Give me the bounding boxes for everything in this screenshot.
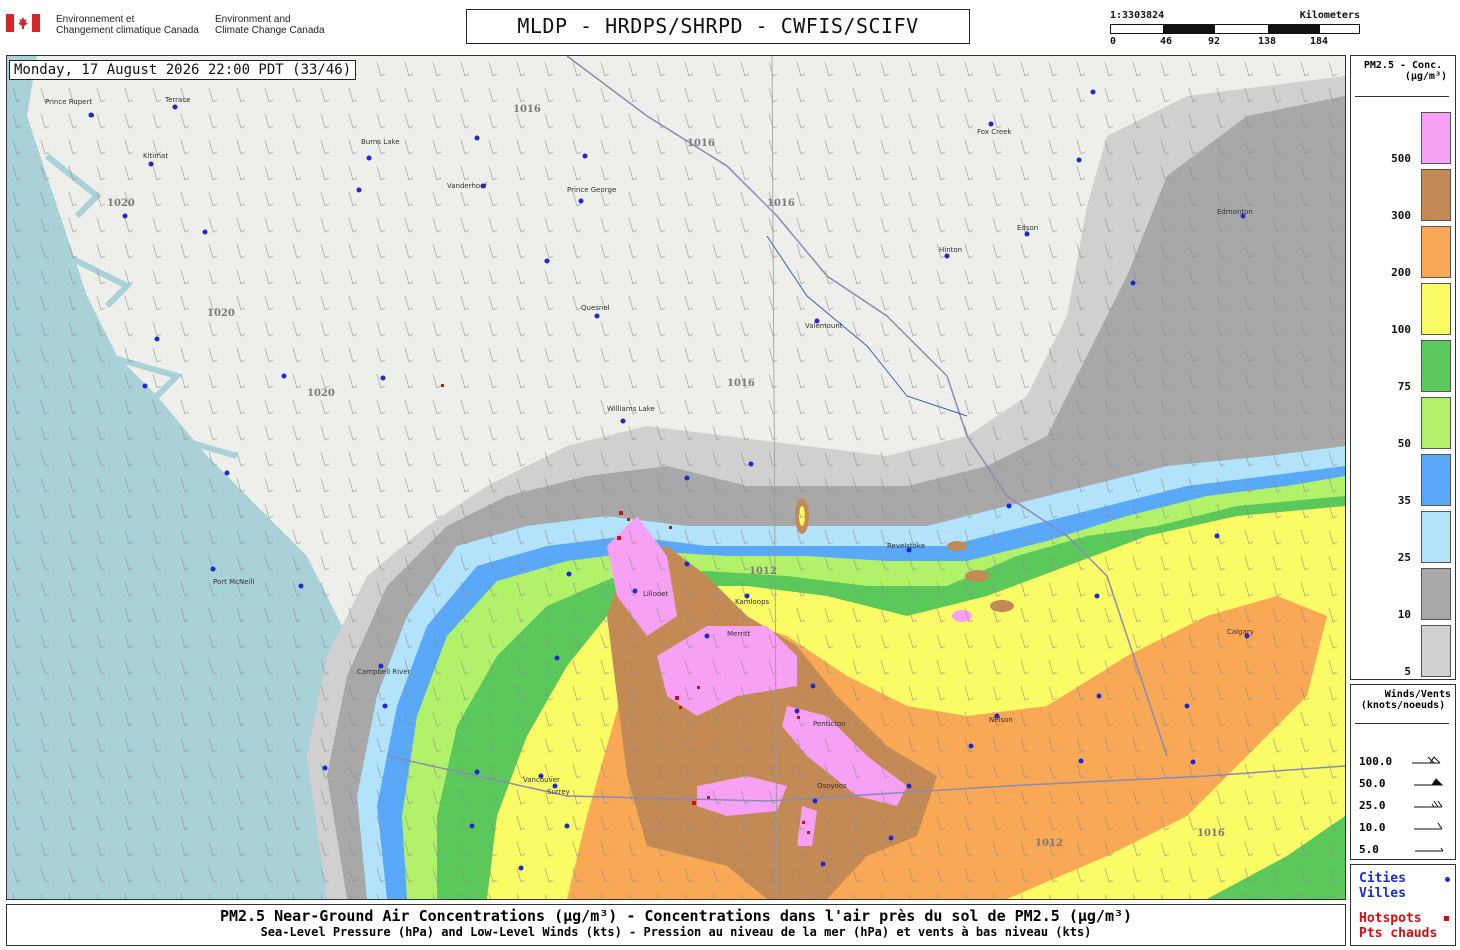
isobar-label: 1016 [513,104,541,115]
isobar-label: 1016 [1197,828,1225,839]
isobar-label: 1020 [107,198,135,209]
wind-row: 100.0 [1359,751,1453,773]
place-label: Terrace [164,96,190,104]
product-title: MLDP - HRDPS/SHRPD - CWFIS/SCIFV [466,9,970,44]
legend-tick-label: 500 [1391,152,1411,165]
place-label: Calgary [1227,628,1254,636]
scale-tick: 0 [1110,36,1117,47]
hotspots-label-fr: Pts chauds [1359,926,1438,941]
place-label: Fox Creek [977,128,1012,136]
scale-ratio: 1:3303824 [1110,10,1165,21]
scale-bar: 1:3303824 Kilometers 0 46 92 138 184 [1110,10,1360,50]
place-label: Prince George [567,186,616,194]
isobar-label: 1016 [767,198,795,209]
map-panel[interactable]: Prince Rupert Terrace Kitimat Burns Lake… [6,55,1346,900]
legend-tick-label: 100 [1391,323,1411,336]
legend-swatch [1421,112,1451,164]
place-label: Revelstoke [887,542,925,550]
wind-legend: Winds/Vents (knots/noeuds) 100.0 50.0 25… [1350,684,1456,860]
legend-tick-label: 10 [1397,608,1411,621]
legend-swatch [1421,340,1451,392]
scale-tick: 138 [1258,36,1277,47]
scale-tick: 92 [1208,36,1221,47]
marker-key: Cities Villes Hotspots Pts chauds [1350,864,1456,946]
legend-tick-label: 5 [1404,665,1411,678]
legend-tick-label: 50 [1397,437,1411,450]
legend-title: PM2.5 - Conc. [1363,60,1443,71]
canada-flag-icon [6,14,40,32]
agency-name-fr: Environnement et Changement climatique C… [56,14,199,36]
place-label: Lillooet [643,590,669,598]
caption-line-2: Sea-Level Pressure (hPa) and Low-Level W… [260,925,1092,939]
city-marker-icon [1445,877,1450,882]
legend-swatch [1421,397,1451,449]
isobar-label: 1020 [307,388,335,399]
scale-tick: 46 [1160,36,1173,47]
legend-tick-label: 75 [1397,380,1411,393]
legend-tick-label: 25 [1397,551,1411,564]
scale-unit: Kilometers [1299,10,1360,21]
legend-tick-label: 35 [1397,494,1411,507]
legend-swatch [1421,169,1451,221]
wind-row: 10.0 [1359,817,1453,839]
place-label: Port McNeill [213,578,254,586]
place-label: Campbell River [357,668,411,676]
legend-tick-label: 300 [1391,209,1411,222]
place-label: Edmonton [1217,208,1253,216]
place-label: Burns Lake [361,138,400,146]
isobar-label: 1020 [207,308,235,319]
place-label: Hinton [939,246,962,254]
legend-swatch [1421,568,1451,620]
wind-legend-unit: (knots/noeuds) [1360,700,1446,711]
legend-swatch [1421,283,1451,335]
caption-line-1: PM2.5 Near-Ground Air Concentrations (µg… [219,907,1133,925]
cities-label-fr: Villes [1359,886,1406,901]
legend-unit: (µg/m³) [1404,71,1447,82]
place-label: Kitimat [143,152,168,160]
cities-label-en: Cities [1359,871,1406,886]
place-label: Merritt [727,630,751,638]
isobar-label: 1016 [727,378,755,389]
place-label: Kamloops [735,598,770,606]
wind-row: 50.0 [1359,773,1453,795]
place-label: Vanderhoof [447,182,487,190]
map-caption: PM2.5 Near-Ground Air Concentrations (µg… [6,904,1346,946]
wind-row: 25.0 [1359,795,1453,817]
place-label: Nelson [989,716,1013,724]
legend-swatch [1421,226,1451,278]
place-label: Edson [1017,224,1038,232]
wind-row: 5.0 [1359,839,1453,861]
place-label: Surrey [547,788,570,796]
concentration-legend: PM2.5 - Conc. (µg/m³) 500 300 200 100 75 50 35… [1350,55,1456,680]
place-label: Prince Rupert [45,98,92,106]
place-label: Quesnel [581,304,610,312]
place-label: Williams Lake [607,405,655,413]
legend-swatch [1421,511,1451,563]
wind-legend-title: Winds/Vents [1384,689,1451,700]
legend-tick-label: 200 [1391,266,1411,279]
scale-tick: 184 [1310,36,1329,47]
legend-swatch [1421,625,1451,677]
place-label: Penticton [813,720,846,728]
place-label: Valemount [805,322,843,330]
pm25-map: Prince Rupert Terrace Kitimat Burns Lake… [7,56,1345,899]
hotspot-marker-icon [1444,916,1449,921]
isobar-label: 1012 [1035,838,1063,849]
isobar-label: 1012 [749,566,777,577]
agency-name-en: Environment and Climate Change Canada [215,14,325,36]
place-label: Osoyoos [817,782,847,790]
isobar-label: 1016 [687,138,715,149]
forecast-timestamp: Monday, 17 August 2026 22:00 PDT (33/46) [9,60,357,80]
hotspots-label-en: Hotspots [1359,911,1422,926]
legend-swatch [1421,454,1451,506]
place-label: Vancouver [523,776,560,784]
